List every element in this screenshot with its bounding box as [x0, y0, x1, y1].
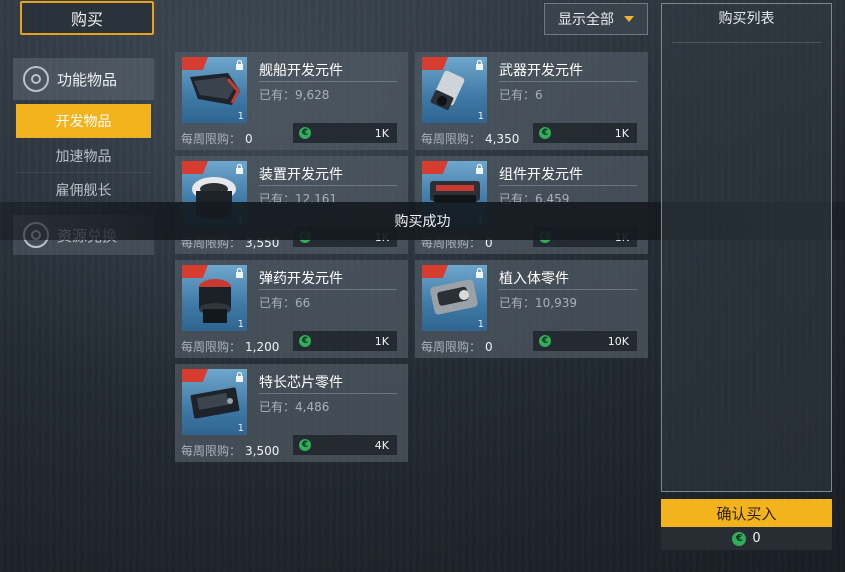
total-value: 0: [752, 531, 761, 546]
weekly-limit: 每周限购： 1,200: [181, 338, 279, 355]
category-label: 功能物品: [57, 70, 118, 89]
item-thumbnail: 1: [182, 57, 247, 123]
item-card[interactable]: 1 植入体零件 已有：10,939 每周限购： 0 € 10K: [415, 260, 648, 358]
item-thumbnail: 1: [182, 265, 247, 331]
weekly-limit-label: 每周限购：: [421, 340, 482, 354]
confirm-purchase-button[interactable]: 确认买入: [661, 499, 832, 527]
item-owned: 已有：9,628: [259, 88, 330, 102]
item-card[interactable]: 1 武器开发元件 已有：6 每周限购： 4,350 € 1K: [415, 52, 648, 150]
item-thumbnail: 1: [422, 265, 487, 331]
item-name: 植入体零件: [499, 271, 569, 287]
item-card[interactable]: 1 舰船开发元件 已有：9,628 每周限购： 0 € 1K: [175, 52, 408, 150]
lock-icon: [236, 372, 243, 382]
nav-item-label: 加速物品: [55, 148, 112, 165]
item-owned: 已有：4,486: [259, 400, 330, 414]
item-quantity: 1: [237, 111, 244, 122]
price-button[interactable]: € 1K: [293, 331, 397, 351]
lock-icon: [236, 164, 243, 174]
item-thumbnail: 1: [182, 369, 247, 435]
lock-icon: [236, 60, 243, 70]
caret-down-icon: [624, 16, 634, 22]
item-card[interactable]: 1 特长芯片零件 已有：4,486 每周限购： 3,500 € 4K: [175, 364, 408, 462]
item-owned: 已有：66: [259, 296, 311, 310]
lock-icon: [476, 268, 483, 278]
price-value: 1K: [374, 334, 389, 348]
weekly-limit: 每周限购： 3,500: [181, 442, 279, 459]
weekly-limit: 每周限购： 0: [421, 338, 493, 355]
credit-icon: €: [539, 335, 551, 347]
divider: [259, 289, 397, 290]
toast-text: 购买成功: [394, 214, 451, 230]
nav-item-label: 开发物品: [55, 113, 112, 130]
filter-dropdown[interactable]: 显示全部: [544, 3, 648, 35]
filter-label: 显示全部: [558, 12, 614, 28]
lock-icon: [476, 164, 483, 174]
nav-item-label: 雇佣舰长: [55, 182, 112, 199]
item-quantity: 1: [477, 111, 484, 122]
total-cost: € 0: [661, 527, 832, 550]
divider: [499, 185, 637, 186]
divider: [499, 289, 637, 290]
item-owned: 已有：10,939: [499, 296, 577, 310]
lock-icon: [236, 268, 243, 278]
weekly-limit-label: 每周限购：: [421, 132, 482, 146]
weekly-limit: 每周限购： 0: [181, 130, 253, 147]
tab-buy-label: 购买: [70, 10, 103, 29]
weekly-limit: 每周限购： 4,350: [421, 130, 519, 147]
credit-icon: €: [732, 531, 747, 546]
price-button[interactable]: € 4K: [293, 435, 397, 455]
price-button[interactable]: € 10K: [533, 331, 637, 351]
item-quantity: 1: [237, 319, 244, 330]
weekly-limit-value: 1,200: [245, 340, 280, 354]
divider: [499, 81, 637, 82]
item-name: 装置开发元件: [259, 167, 343, 183]
weekly-limit-label: 每周限购：: [181, 132, 242, 146]
weekly-limit-label: 每周限购：: [181, 444, 242, 458]
price-value: 4K: [374, 438, 389, 452]
divider: [259, 185, 397, 186]
nav-item-development[interactable]: 开发物品: [16, 104, 151, 138]
purchase-list-panel: 购买列表: [661, 3, 832, 492]
credit-icon: €: [299, 335, 311, 347]
weekly-limit-label: 每周限购：: [181, 340, 242, 354]
item-name: 组件开发元件: [499, 167, 583, 183]
nav-item-acceleration[interactable]: 加速物品: [16, 139, 151, 173]
weekly-limit-value: 4,350: [485, 132, 520, 146]
credit-icon: €: [539, 127, 551, 139]
purchase-list-title: 购买列表: [718, 11, 775, 27]
weekly-limit-value: 0: [485, 340, 493, 354]
item-owned: 已有：6: [499, 88, 543, 102]
tab-buy[interactable]: 购买: [20, 1, 154, 35]
price-button[interactable]: € 1K: [293, 123, 397, 143]
confirm-label: 确认买入: [716, 504, 777, 523]
gear-icon: [23, 66, 49, 92]
item-quantity: 1: [477, 319, 484, 330]
category-functional-items[interactable]: 功能物品: [13, 58, 154, 100]
weekly-limit-value: 3,500: [245, 444, 280, 458]
divider: [672, 42, 821, 43]
item-name: 弹药开发元件: [259, 271, 343, 287]
credit-icon: €: [299, 439, 311, 451]
item-thumbnail: 1: [422, 57, 487, 123]
item-name: 舰船开发元件: [259, 63, 343, 79]
divider: [259, 393, 397, 394]
price-button[interactable]: € 1K: [533, 123, 637, 143]
price-value: 1K: [614, 126, 629, 140]
credit-icon: €: [299, 127, 311, 139]
weekly-limit-value: 0: [245, 132, 253, 146]
item-quantity: 1: [237, 423, 244, 434]
item-name: 特长芯片零件: [259, 375, 343, 391]
lock-icon: [476, 60, 483, 70]
price-value: 10K: [607, 334, 629, 348]
divider: [259, 81, 397, 82]
item-name: 武器开发元件: [499, 63, 583, 79]
item-card[interactable]: 1 弹药开发元件 已有：66 每周限购： 1,200 € 1K: [175, 260, 408, 358]
price-value: 1K: [374, 126, 389, 140]
